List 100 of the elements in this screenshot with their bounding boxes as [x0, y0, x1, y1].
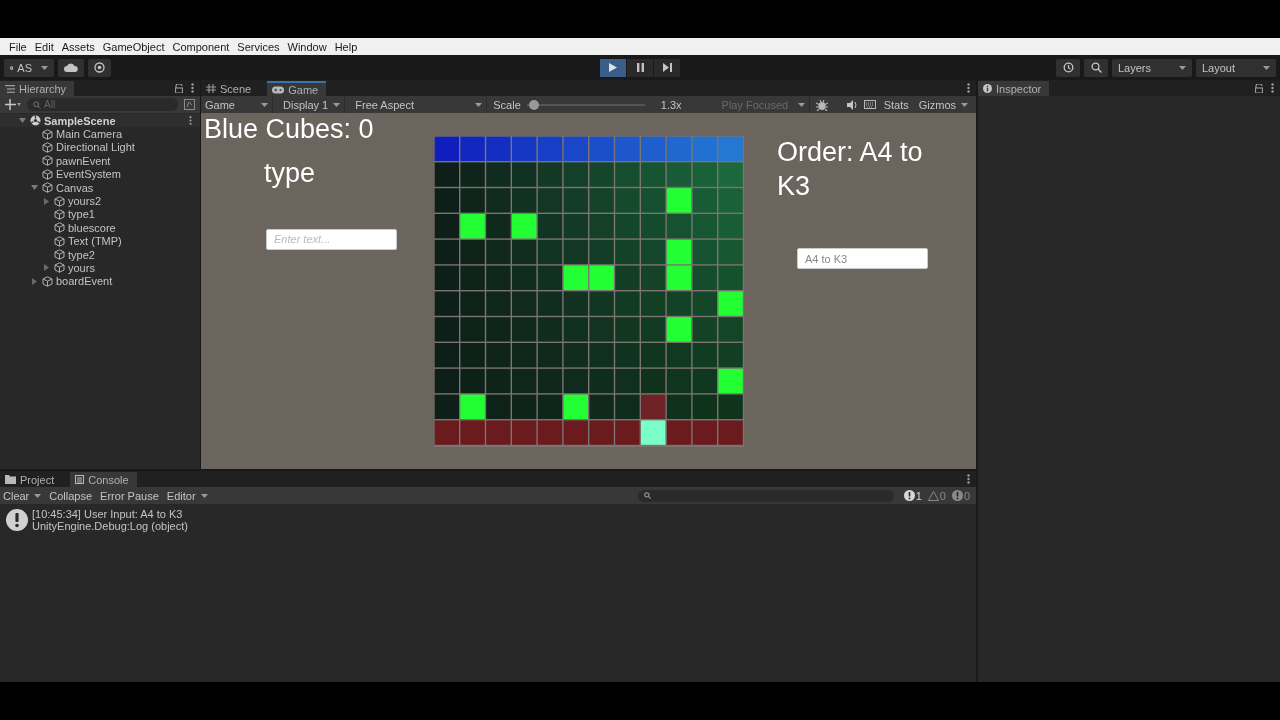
cube-icon — [54, 222, 65, 234]
speaker-icon[interactable] — [846, 99, 858, 110]
view-tab[interactable]: Game — [267, 81, 327, 96]
text-input[interactable]: A4 to K3 — [797, 248, 928, 269]
scale-label: Scale — [493, 98, 521, 111]
gizmos-dropdown[interactable]: Gizmos — [916, 98, 970, 111]
display-dropdown[interactable]: Display 1 — [279, 96, 346, 113]
view-tab[interactable]: Scene — [201, 81, 260, 96]
lock-icon[interactable] — [175, 83, 183, 93]
search-button[interactable] — [1084, 58, 1108, 77]
expand-arrow-icon[interactable] — [19, 118, 26, 124]
hierarchy-item[interactable]: Canvas — [56, 181, 94, 194]
settings-icon — [94, 62, 105, 73]
hierarchy-item[interactable]: Text (TMP) — [68, 235, 122, 248]
hierarchy-item[interactable]: Directional Light — [56, 141, 135, 154]
cube-icon — [42, 275, 53, 287]
search-icon — [33, 100, 41, 109]
folder-icon — [5, 475, 16, 484]
cube-icon — [42, 128, 53, 140]
collapse-button[interactable]: Collapse — [46, 489, 96, 502]
caret-icon — [200, 493, 208, 498]
more-icon[interactable] — [1271, 83, 1274, 93]
caret-icon — [333, 102, 341, 107]
panel-tab[interactable]: Project — [0, 472, 63, 487]
slider-thumb[interactable] — [528, 99, 539, 110]
menu-item[interactable]: Help — [330, 40, 362, 53]
more-icon[interactable] — [967, 83, 970, 93]
hierarchy-item[interactable]: Main Camera — [56, 128, 123, 141]
editor-dropdown[interactable]: Editor — [163, 489, 211, 502]
panel-tab[interactable]: Console — [70, 472, 137, 487]
error-count-toggle[interactable]: 0 — [949, 489, 972, 502]
bug-icon[interactable] — [815, 98, 828, 111]
cube-icon — [54, 262, 65, 274]
caret-icon — [34, 493, 42, 498]
hierarchy-item[interactable]: boardEvent — [56, 275, 113, 288]
cube-icon — [54, 235, 65, 247]
hierarchy-item[interactable]: type1 — [68, 208, 95, 221]
menu-item[interactable]: Window — [283, 40, 331, 53]
aspect-dropdown[interactable]: Free Aspect — [351, 96, 488, 113]
more-icon[interactable] — [191, 83, 194, 93]
play-icon — [609, 63, 617, 72]
hierarchy-item[interactable]: type2 — [68, 248, 95, 261]
grid-icon — [206, 84, 216, 93]
cube-icon — [54, 195, 65, 207]
text-input[interactable]: Enter text... — [266, 228, 397, 250]
more-icon[interactable] — [189, 116, 192, 126]
collapse-arrow-icon[interactable] — [44, 197, 49, 205]
menu-item[interactable]: Component — [168, 40, 234, 53]
stats-button[interactable]: Stats — [881, 98, 911, 111]
lock-icon[interactable] — [1255, 83, 1263, 93]
hierarchy-tab[interactable]: Hierarchy — [0, 81, 75, 96]
pause-button[interactable] — [627, 58, 653, 77]
inspector-tab[interactable]: Inspector — [978, 81, 1050, 96]
scene-filter-icon[interactable] — [184, 99, 195, 110]
log-message[interactable]: [10:45:34] User Input: A4 to K3 — [32, 508, 188, 520]
keyboard-icon[interactable] — [863, 100, 876, 109]
cube-icon — [42, 141, 53, 153]
clear-button[interactable]: Clear — [0, 489, 45, 502]
type-label: type — [264, 156, 317, 190]
caret-icon — [1179, 65, 1186, 70]
hierarchy-item[interactable]: pawnEvent — [56, 154, 111, 167]
settings-button[interactable] — [88, 58, 111, 77]
caret-icon — [1263, 65, 1270, 70]
layout-dropdown[interactable]: Layout — [1196, 58, 1276, 77]
caret-icon — [797, 102, 805, 107]
cloud-icon — [64, 63, 78, 72]
more-icon[interactable] — [967, 474, 970, 484]
clock-icon — [1062, 62, 1074, 73]
add-button[interactable] — [5, 99, 21, 110]
error-pause-button[interactable]: Error Pause — [97, 489, 162, 502]
hierarchy-item[interactable]: bluescore — [68, 221, 116, 234]
step-button[interactable] — [654, 58, 680, 77]
caret-icon — [961, 102, 968, 107]
menu-item[interactable]: Assets — [57, 40, 99, 53]
account-dropdown[interactable]: AS — [4, 58, 54, 77]
search-field[interactable] — [637, 489, 894, 502]
warning-count-toggle[interactable]: 0 — [925, 489, 948, 502]
menu-item[interactable]: Services — [233, 40, 284, 53]
search-field[interactable]: All — [27, 98, 178, 111]
score-text: Blue Cubes: 0 — [204, 113, 375, 146]
error-icon — [951, 490, 963, 501]
hierarchy-item[interactable]: yours — [68, 262, 95, 274]
menu-item[interactable]: Edit — [30, 40, 58, 53]
collapse-arrow-icon[interactable] — [44, 264, 49, 272]
info-count-toggle[interactable]: 1 — [901, 489, 924, 502]
view-dropdown[interactable]: Game — [201, 96, 273, 113]
menu-item[interactable]: GameObject — [98, 40, 169, 53]
play-button[interactable] — [600, 58, 626, 77]
hierarchy-item[interactable]: yours2 — [68, 195, 102, 208]
menu-item[interactable]: File — [5, 40, 31, 53]
list-icon — [75, 475, 85, 484]
expand-arrow-icon[interactable] — [31, 185, 38, 191]
hierarchy-item[interactable]: EventSystem — [56, 168, 121, 181]
history-button[interactable] — [1056, 58, 1080, 77]
caret-icon — [475, 102, 483, 107]
cloud-button[interactable] — [58, 58, 84, 77]
step-icon — [662, 63, 672, 72]
list-icon — [5, 84, 15, 93]
collapse-arrow-icon[interactable] — [32, 277, 37, 285]
layers-dropdown[interactable]: Layers — [1112, 58, 1192, 77]
